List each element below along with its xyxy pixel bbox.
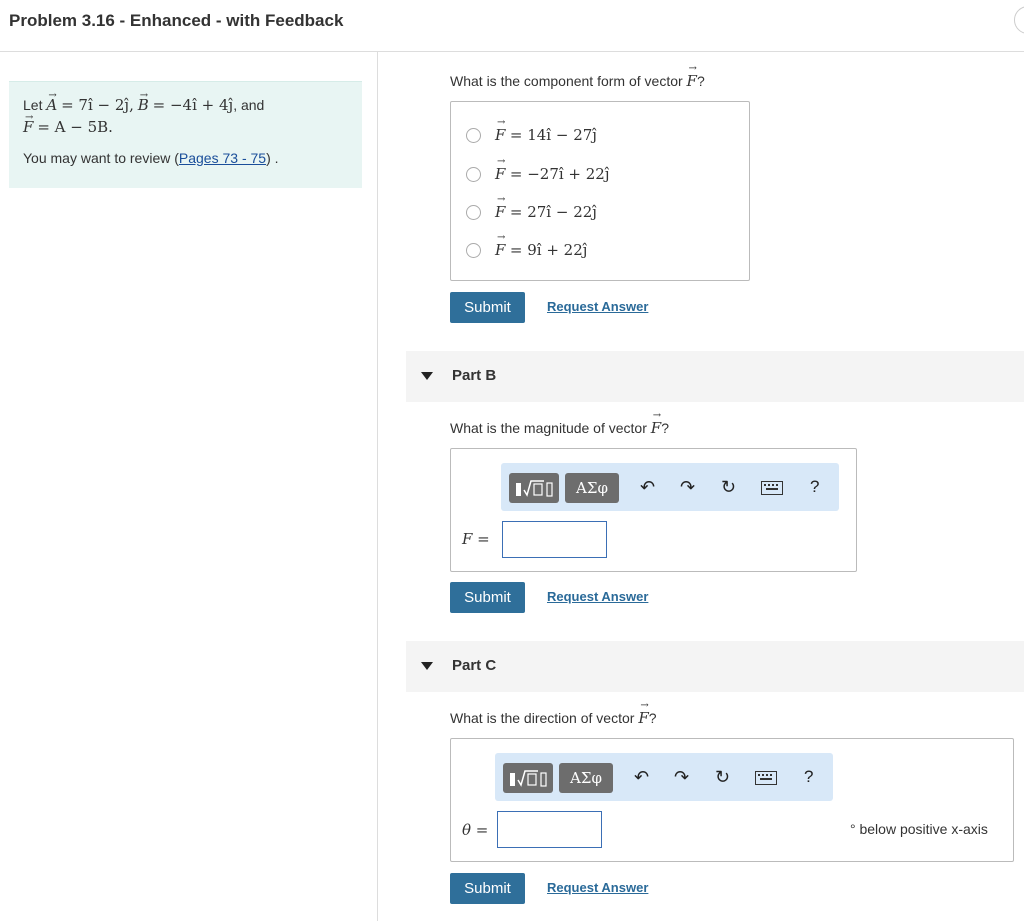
part-c-label: Part C bbox=[452, 657, 497, 674]
part-b-label: Part B bbox=[452, 367, 497, 384]
option-label: = −27î + 22ĵ bbox=[509, 165, 610, 183]
option-4[interactable]: F = 9î + 22ĵ bbox=[466, 232, 588, 260]
keyboard-icon[interactable] bbox=[761, 479, 783, 500]
collapse-triangle-icon[interactable] bbox=[421, 372, 433, 380]
option-label: = 14î − 27ĵ bbox=[509, 126, 597, 144]
part-c-request-answer-link[interactable]: Request Answer bbox=[547, 880, 648, 895]
question-mark: ? bbox=[661, 420, 669, 436]
problem-statement: Let A = 7î − 2ĵ, B = −4î + 4ĵ, and F = A… bbox=[9, 81, 362, 188]
part-c-math-toolbar: ΑΣφ ↶ ↷ ↻ ? bbox=[495, 753, 833, 801]
question-mark: ? bbox=[648, 710, 657, 726]
greek-symbols-button[interactable]: ΑΣφ bbox=[559, 763, 613, 793]
part-b-input-label: F = bbox=[462, 530, 490, 548]
review-suffix: ) . bbox=[266, 150, 279, 166]
part-b-header[interactable]: Part B bbox=[406, 351, 1024, 402]
reset-icon[interactable]: ↻ bbox=[721, 477, 736, 498]
part-c-input-label: θ = bbox=[462, 821, 488, 839]
keyboard-icon[interactable] bbox=[755, 769, 777, 790]
template-button[interactable] bbox=[503, 763, 553, 793]
option-2[interactable]: F = −27î + 22ĵ bbox=[466, 156, 610, 184]
help-icon[interactable]: ? bbox=[810, 477, 819, 497]
question-text: What is the component form of vector bbox=[450, 73, 683, 89]
help-icon[interactable]: ? bbox=[804, 767, 813, 787]
part-a-submit-button[interactable]: Submit bbox=[450, 292, 525, 323]
part-c-submit-button[interactable]: Submit bbox=[450, 873, 525, 904]
vector-a-eq: = 7î − 2ĵ, bbox=[61, 96, 134, 114]
radio-button[interactable] bbox=[466, 166, 481, 182]
undo-icon[interactable]: ↶ bbox=[640, 477, 655, 498]
template-button[interactable] bbox=[509, 473, 559, 503]
reset-icon[interactable]: ↻ bbox=[715, 767, 730, 788]
and-text: , and bbox=[233, 97, 265, 113]
part-b-request-answer-link[interactable]: Request Answer bbox=[547, 589, 648, 604]
vector-b-eq: = −4î + 4ĵ bbox=[152, 96, 234, 114]
vector-f-symbol: F bbox=[651, 410, 662, 437]
part-b-submit-button[interactable]: Submit bbox=[450, 582, 525, 613]
undo-icon[interactable]: ↶ bbox=[634, 767, 649, 788]
redo-icon[interactable]: ↷ bbox=[674, 767, 689, 788]
vector-a-symbol: A bbox=[46, 85, 57, 116]
greek-symbols-button[interactable]: ΑΣφ bbox=[565, 473, 619, 503]
option-label: = 9î + 22ĵ bbox=[509, 241, 588, 259]
vector-f-symbol: F bbox=[23, 107, 34, 138]
column-divider bbox=[377, 52, 378, 921]
option-3[interactable]: F = 27î − 22ĵ bbox=[466, 194, 597, 222]
vector-f-symbol: F bbox=[687, 63, 698, 90]
collapse-triangle-icon[interactable] bbox=[421, 662, 433, 670]
part-b-answer-input[interactable] bbox=[502, 521, 607, 558]
question-mark: ? bbox=[696, 73, 705, 89]
vector-f-symbol: F bbox=[495, 156, 506, 183]
redo-icon[interactable]: ↷ bbox=[680, 477, 695, 498]
statement-line-1: Let A = 7î − 2ĵ, B = −4î + 4ĵ, and bbox=[23, 85, 348, 116]
question-text: What is the direction of vector bbox=[450, 710, 635, 726]
review-line: You may want to review (Pages 73 - 75) . bbox=[23, 150, 348, 166]
part-a-question: What is the component form of vector F? bbox=[450, 63, 705, 90]
part-c-header[interactable]: Part C bbox=[406, 641, 1024, 692]
radio-button[interactable] bbox=[466, 242, 481, 258]
vector-f-symbol: F bbox=[495, 232, 506, 259]
review-pages-link[interactable]: Pages 73 - 75 bbox=[179, 150, 266, 166]
part-c-question: What is the direction of vector F? bbox=[450, 700, 657, 727]
header-circle-button[interactable] bbox=[1014, 6, 1024, 34]
radio-button[interactable] bbox=[466, 204, 481, 220]
templates-icon bbox=[516, 480, 553, 497]
statement-line-2: F = A − 5B. bbox=[23, 107, 348, 138]
templates-icon bbox=[510, 770, 547, 787]
vector-f-eq: = A − 5B. bbox=[37, 118, 113, 136]
part-c-unit-label: ° below positive x-axis bbox=[850, 821, 988, 837]
option-1[interactable]: F = 14î − 27ĵ bbox=[466, 117, 597, 145]
radio-button[interactable] bbox=[466, 127, 481, 143]
review-prefix: You may want to review ( bbox=[23, 150, 179, 166]
vector-f-symbol: F bbox=[495, 194, 506, 221]
option-label: = 27î − 22ĵ bbox=[509, 203, 597, 221]
part-c-answer-input[interactable] bbox=[497, 811, 602, 848]
part-b-math-toolbar: ΑΣφ ↶ ↷ ↻ ? bbox=[501, 463, 839, 511]
vector-b-symbol: B bbox=[138, 85, 149, 116]
part-a-request-answer-link[interactable]: Request Answer bbox=[547, 299, 648, 314]
page-title: Problem 3.16 - Enhanced - with Feedback bbox=[9, 11, 344, 30]
question-text: What is the magnitude of vector bbox=[450, 420, 647, 436]
header-divider bbox=[0, 51, 1024, 52]
vector-f-symbol: F bbox=[638, 700, 649, 727]
part-b-question: What is the magnitude of vector F? bbox=[450, 410, 669, 437]
theta-label: θ = bbox=[462, 821, 489, 839]
vector-f-symbol: F bbox=[495, 117, 506, 144]
f-label: F = bbox=[462, 530, 490, 548]
